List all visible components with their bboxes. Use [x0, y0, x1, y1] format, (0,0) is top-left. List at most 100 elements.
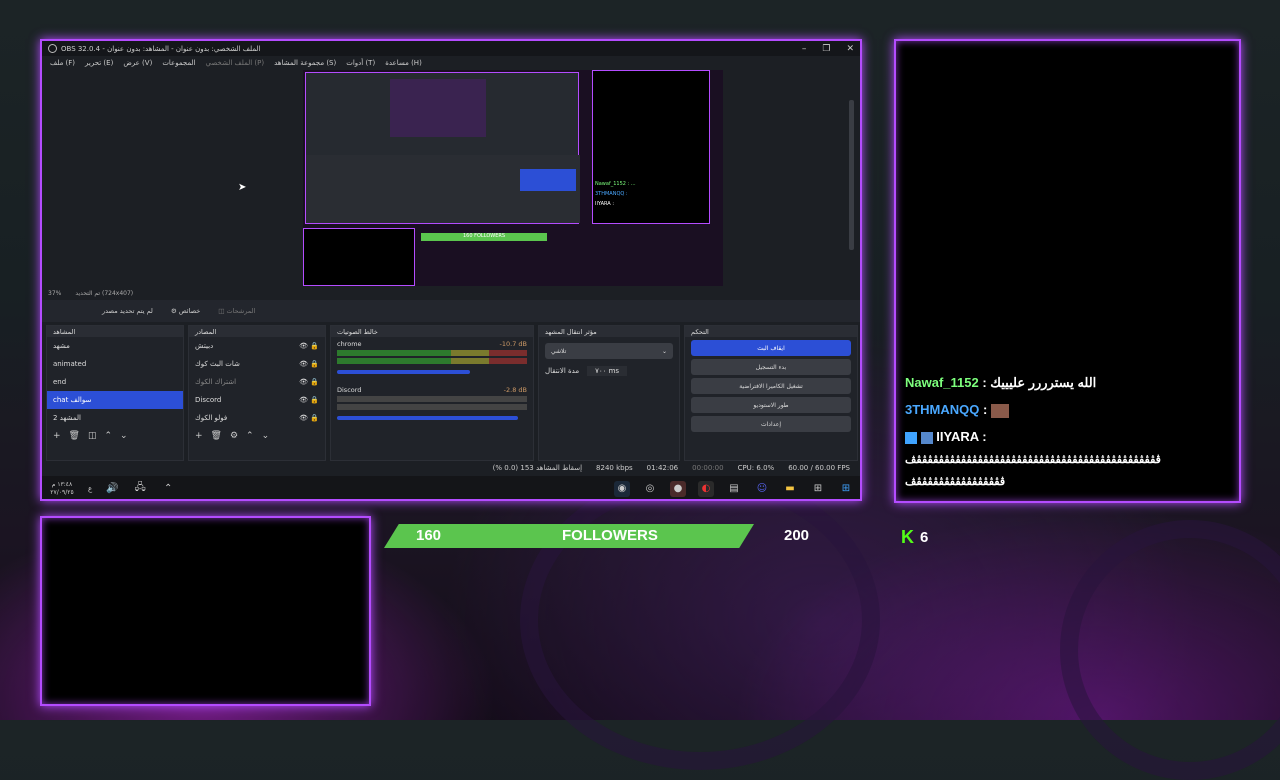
rec-time: 00:00:00 — [692, 464, 724, 472]
menu-help[interactable]: مساعدة (H) — [385, 59, 422, 67]
network-icon[interactable]: 🖧 — [132, 481, 148, 497]
settings-button[interactable]: إعدادات — [691, 416, 851, 432]
mouse-cursor-icon: ➤ — [238, 182, 247, 193]
zoom-level[interactable]: 37% — [48, 290, 61, 297]
obs-icon[interactable]: ◎ — [642, 481, 658, 497]
emote-icon — [990, 403, 1009, 418]
followers-goal-value: 200 — [784, 527, 810, 544]
scenes-dock: المشاهد مشهد animated end chat سوالف الم… — [46, 325, 184, 461]
badge-icon — [905, 431, 917, 444]
chat-spam-line: ڤڤڤڤڤڤڤڤڤڤڤڤڤڤڤڤڤڤڤڤڤڤڤڤڤڤڤڤڤڤڤڤڤڤڤڤڤڤڤڤ… — [905, 454, 1161, 466]
menu-file[interactable]: ملف (F) — [50, 59, 75, 67]
audio-channel: Discord -2.8 dB — [331, 383, 533, 423]
dropped-frames: إسقاط المشاهد 153 (0.0 %) — [492, 464, 583, 472]
background-swirl — [520, 470, 880, 770]
chat-overlay: Nawaf_1152 : الله يسترررر عليييك 3THMANQ… — [894, 39, 1241, 503]
fps: 60.00 / 60.00 FPS — [788, 464, 850, 472]
windows-start-icon[interactable]: ⊞ — [838, 481, 854, 497]
studio-mode-button[interactable]: طور الاستوديو — [691, 397, 851, 413]
volume-slider[interactable] — [337, 370, 470, 374]
taskbar-clock[interactable]: ١٣:٤٨ م ٢٧/٠٩/٢٥ — [42, 481, 82, 497]
source-item[interactable]: دبيتش 👁 🔒 — [189, 337, 325, 355]
scene-item[interactable]: المشهد 2 — [47, 409, 183, 427]
steam-icon[interactable]: ◉ — [614, 480, 630, 497]
obs-logo-icon — [48, 44, 57, 53]
close-button[interactable]: ✕ — [846, 44, 854, 54]
source-item[interactable]: فولو الكوك 👁 🔒 — [189, 409, 325, 427]
maximize-button[interactable]: ❐ — [822, 44, 830, 54]
menu-scene-collection[interactable]: مجموعة المشاهد (S) — [274, 59, 336, 67]
language-indicator[interactable]: ع — [88, 485, 92, 493]
chat-user: Nawaf_1152 — [905, 375, 979, 390]
discord-icon[interactable]: ☺ — [754, 481, 770, 497]
followers-label: FOLLOWERS — [562, 527, 658, 544]
recording-app-icon[interactable]: ● — [670, 480, 686, 497]
audio-meter — [337, 396, 527, 402]
source-item[interactable]: اشتراك الكوك 👁 🔒 — [189, 373, 325, 391]
cpu-usage: CPU: 6.0% — [737, 464, 775, 472]
menu-profile[interactable]: الملف الشخصي (P) — [206, 59, 265, 67]
properties-label: خصائص — [178, 307, 201, 315]
filters-label: المرشحات — [226, 307, 256, 315]
menu-groups[interactable]: المجموعات — [162, 59, 195, 67]
badge-icon — [920, 431, 933, 444]
chat-message: Nawaf_1152 : الله يسترررر عليييك — [905, 375, 1097, 390]
bitrate: 8240 kbps — [596, 464, 633, 472]
nested-camera-frame — [303, 228, 415, 286]
minimize-button[interactable]: – — [802, 44, 807, 54]
terminal-icon[interactable]: ▤ — [726, 481, 742, 497]
chrome-icon[interactable]: ◐ — [698, 480, 714, 497]
filters-button[interactable]: ◫ المرشحات — [218, 307, 255, 315]
source-toolbar: لم يتم تحديد مصدر ⚙ خصائص ◫ المرشحات — [42, 300, 860, 322]
file-explorer-icon[interactable]: ▬ — [782, 481, 798, 497]
kick-logo-icon: K — [901, 527, 914, 547]
live-time: 01:42:06 — [646, 464, 679, 472]
volume-slider[interactable] — [337, 416, 518, 420]
duration-input[interactable]: ٧٠٠ ms — [587, 366, 628, 376]
preview-canvas[interactable]: Nawaf_1152 : ... 3THMANQQ : IIYARA : 160… — [303, 70, 723, 286]
preview-area[interactable]: ➤ Nawaf_1152 : ... 3THMANQQ : IIYARA : 1… — [42, 70, 860, 288]
source-actions[interactable]: +🗑⚙⌃⌄ — [189, 427, 325, 445]
chat-spam-line: ڤڤڤڤڤڤڤڤڤڤڤڤڤڤڤڤڤ — [905, 476, 1006, 488]
transitions-dock: مؤثر انتقال المشهد تلاشي ⌄ مدة الانتقال ٧٠… — [538, 325, 680, 461]
sources-dock: المصادر دبيتش 👁 🔒 شات البث كوك 👁 🔒 اشتراك … — [188, 325, 326, 461]
transitions-title: مؤثر انتقال المشهد — [539, 326, 679, 337]
transition-select[interactable]: تلاشي ⌄ — [545, 343, 673, 359]
properties-button[interactable]: ⚙ خصائص — [171, 307, 200, 315]
menu-edit[interactable]: تحرير (E) — [85, 59, 113, 67]
audio-mixer-title: خالط الصوتيات — [331, 326, 533, 337]
scene-item[interactable]: animated — [47, 355, 183, 373]
window-title: OBS 32.0.4 - الملف الشخصي: بدون عنوان - … — [61, 44, 261, 53]
scene-item-selected[interactable]: chat سوالف — [47, 391, 183, 409]
scene-actions[interactable]: +🗑◫⌃⌄ — [47, 427, 183, 445]
volume-icon[interactable]: 🔊 — [104, 481, 120, 497]
menu-bar: ملف (F) تحرير (E) عرض (V) المجموعات المل… — [42, 56, 860, 70]
scene-item[interactable]: end — [47, 373, 183, 391]
obs-status-bar: إسقاط المشاهد 153 (0.0 %) 8240 kbps 01:4… — [42, 461, 860, 475]
controls-title: التحكم — [685, 326, 857, 337]
no-source-label: لم يتم تحديد مصدر — [102, 307, 153, 315]
canvas-size: تم التحديد (724x407) — [75, 289, 134, 297]
obs-window[interactable]: OBS 32.0.4 - الملف الشخصي: بدون عنوان - … — [40, 39, 862, 501]
sources-title: المصادر — [189, 326, 325, 337]
virtual-camera-button[interactable]: تشغيل الكاميرا الافتراضية — [691, 378, 851, 394]
source-item[interactable]: شات البث كوك 👁 🔒 — [189, 355, 325, 373]
scene-item[interactable]: مشهد — [47, 337, 183, 355]
source-item[interactable]: Discord 👁 🔒 — [189, 391, 325, 409]
windows-taskbar: ١٣:٤٨ م ٢٧/٠٩/٢٥ ع 🔊 🖧 ⌃ ◉ ◎ ● ◐ ▤ ☺ ▬ ⊞ … — [42, 476, 860, 499]
nested-chat-capture: Nawaf_1152 : ... 3THMANQQ : IIYARA : — [592, 70, 710, 224]
chevron-up-icon[interactable]: ⌃ — [160, 481, 176, 497]
start-recording-button[interactable]: بدء التسجيل — [691, 359, 851, 375]
audio-meter — [337, 404, 527, 410]
camera-frame — [40, 516, 371, 706]
followers-current: 160 — [416, 527, 442, 544]
menu-tools[interactable]: أدوات (T) — [346, 59, 375, 67]
title-bar[interactable]: OBS 32.0.4 - الملف الشخصي: بدون عنوان - … — [42, 41, 860, 56]
preview-scrollbar[interactable] — [849, 100, 854, 250]
menu-view[interactable]: عرض (V) — [123, 59, 152, 67]
stop-stream-button[interactable]: ايقاف البث — [691, 340, 851, 356]
kick-counter: K 6 — [901, 527, 928, 548]
task-view-icon[interactable]: ⊞ — [810, 481, 826, 497]
scenes-title: المشاهد — [47, 326, 183, 337]
controls-dock: التحكم ايقاف البث بدء التسجيل تشغيل الكا… — [684, 325, 858, 461]
